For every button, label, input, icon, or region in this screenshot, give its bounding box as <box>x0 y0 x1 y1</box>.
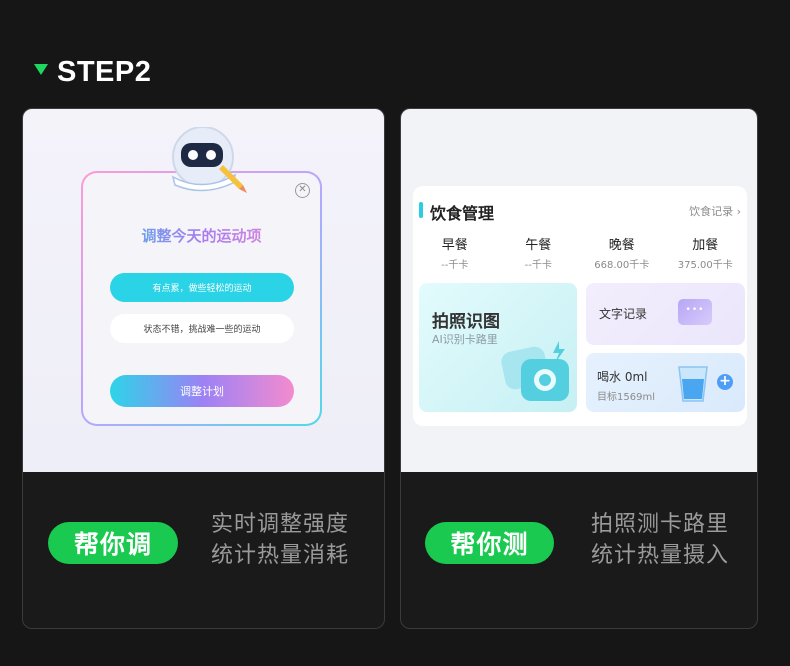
description-measure: 拍照测卡路里 统计热量摄入 <box>591 509 729 571</box>
meal-calories: --千卡 <box>441 260 469 271</box>
message-icon: ••• <box>678 299 712 325</box>
meal-name: 晚餐 <box>608 238 635 253</box>
text-record-button[interactable]: 文字记录 ••• <box>586 283 745 345</box>
close-icon[interactable]: ✕ <box>295 183 310 198</box>
diet-management-panel: 饮食管理 饮食记录 › 早餐 --千卡 午餐 --千卡 晚餐 668.00千卡 … <box>413 186 747 426</box>
option-hard-button[interactable]: 状态不错，挑战难一些的运动 <box>110 314 294 343</box>
description-line: 统计热量消耗 <box>211 543 350 568</box>
section-accent-bar <box>419 202 423 218</box>
description-line: 拍照测卡路里 <box>591 512 730 537</box>
water-cup-icon <box>678 366 708 402</box>
water-goal: 目标1569ml <box>597 392 655 403</box>
badge-adjust: 帮你调 <box>48 522 178 564</box>
feature-card-measure: 饮食管理 饮食记录 › 早餐 --千卡 午餐 --千卡 晚餐 668.00千卡 … <box>400 108 758 629</box>
diet-record-link[interactable]: 饮食记录 › <box>689 203 741 219</box>
feature-card-adjust: ✕ 调整今天的运动项 有点累，做些轻松的运动 状态不错，挑战难一些的运动 调整计… <box>22 108 385 629</box>
photo-title: 拍照识图 <box>432 312 500 332</box>
description-adjust: 实时调整强度 统计热量消耗 <box>211 509 349 571</box>
meal-item[interactable]: 加餐 375.00千卡 <box>664 234 748 271</box>
step-header: STEP2 <box>34 56 151 89</box>
description-line: 实时调整强度 <box>211 512 350 537</box>
meal-item[interactable]: 早餐 --千卡 <box>413 234 497 271</box>
add-water-button[interactable]: + <box>717 374 733 390</box>
meal-name: 午餐 <box>525 238 552 253</box>
camera-icon <box>501 341 569 401</box>
adjust-plan-button[interactable]: 调整计划 <box>110 375 294 407</box>
chevron-right-icon: › <box>736 205 741 218</box>
description-line: 统计热量摄入 <box>591 543 730 568</box>
card-preview-measure: 饮食管理 饮食记录 › 早餐 --千卡 午餐 --千卡 晚餐 668.00千卡 … <box>401 109 757 472</box>
text-record-title: 文字记录 <box>599 307 648 321</box>
triangle-icon <box>34 64 48 75</box>
water-record-card[interactable]: 喝水 0ml 目标1569ml + <box>586 353 745 412</box>
meal-name: 加餐 <box>692 238 719 253</box>
card-preview-adjust: ✕ 调整今天的运动项 有点累，做些轻松的运动 状态不错，挑战难一些的运动 调整计… <box>23 109 384 472</box>
mascot-icon <box>171 127 247 193</box>
meal-calories: --千卡 <box>524 260 552 271</box>
meal-calories: 375.00千卡 <box>677 260 733 271</box>
meal-calories: 668.00千卡 <box>594 260 650 271</box>
popup-title: 调整今天的运动项 <box>83 225 320 246</box>
meal-summary: 早餐 --千卡 午餐 --千卡 晚餐 668.00千卡 加餐 375.00千卡 <box>413 234 747 271</box>
meal-item[interactable]: 晚餐 668.00千卡 <box>580 234 664 271</box>
meal-name: 早餐 <box>441 238 468 253</box>
option-easy-button[interactable]: 有点累，做些轻松的运动 <box>110 273 294 302</box>
diet-title: 饮食管理 <box>430 204 495 223</box>
photo-subtitle: AI识别卡路里 <box>432 333 498 346</box>
step-title: STEP2 <box>57 56 152 88</box>
water-amount: 喝水 0ml <box>597 370 648 384</box>
photo-recognition-button[interactable]: 拍照识图 AI识别卡路里 <box>419 283 577 412</box>
adjust-plan-popup: ✕ 调整今天的运动项 有点累，做些轻松的运动 状态不错，挑战难一些的运动 调整计… <box>81 171 322 426</box>
badge-measure: 帮你测 <box>425 522 554 564</box>
meal-item[interactable]: 午餐 --千卡 <box>497 234 581 271</box>
